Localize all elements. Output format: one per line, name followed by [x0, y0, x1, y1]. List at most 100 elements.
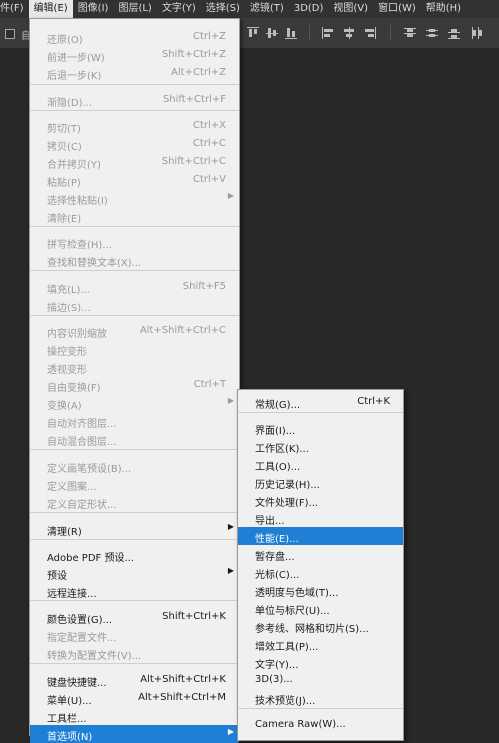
submenu-arrow-icon: ▶	[227, 191, 234, 200]
menu-item-9[interactable]: 暂存盘...	[238, 545, 403, 563]
menu-image[interactable]: 图像(I)	[73, 0, 114, 18]
menu-separator	[30, 270, 239, 271]
menu-item-5[interactable]: 历史记录(H)...	[238, 473, 403, 491]
menu-item-label: 后退一步(K)	[47, 71, 102, 82]
menu-item-label: 透明度与色域(T)...	[255, 588, 339, 599]
menu-item-10: 清除(E)	[30, 207, 239, 225]
menu-help[interactable]: 帮助(H)	[421, 0, 466, 18]
align-top-icon[interactable]	[247, 27, 259, 39]
distribute-bottom-icon[interactable]	[448, 27, 460, 39]
menu-item-12: 查找和替换文本(X)...	[30, 251, 239, 269]
menu-view[interactable]: 视图(V)	[328, 0, 373, 18]
distribute-top-icon[interactable]	[404, 27, 416, 39]
menu-item-label: 转换为配置文件(V)...	[47, 651, 142, 662]
menu-item-label: 键盘快捷键...	[47, 678, 107, 689]
menu-item-label: 远程连接...	[47, 589, 97, 600]
menu-item-1[interactable]: 常规(G)... Ctrl+K	[238, 393, 403, 411]
menu-item-35[interactable]: 首选项(N) ▶	[30, 725, 239, 743]
menu-separator	[30, 539, 239, 540]
menu-item-label: 界面(I)...	[255, 426, 296, 437]
align-bottom-icon[interactable]	[285, 27, 297, 39]
menu-item-label: 还原(O)	[47, 35, 83, 46]
align-right-icon[interactable]	[364, 27, 376, 39]
menu-item-label: 工作区(K)...	[255, 444, 309, 455]
menu-filter[interactable]: 滤镜(T)	[245, 0, 289, 18]
menu-item-34[interactable]: 工具栏...	[30, 707, 239, 725]
menu-item-16: 操控变形	[30, 340, 239, 358]
distribute-left-icon[interactable]	[471, 27, 483, 39]
menu-item-2: 前进一步(W) Shift+Ctrl+Z	[30, 46, 239, 64]
menu-item-label: 历史记录(H)...	[255, 480, 320, 491]
submenu-arrow-icon: ▶	[227, 566, 234, 575]
menu-item-label: 拷贝(C)	[47, 142, 82, 153]
menu-item-label: 颜色设置(G)...	[47, 615, 113, 626]
menu-3d[interactable]: 3D(D)	[289, 0, 329, 18]
menu-item-shortcut: Shift+Ctrl+F	[162, 94, 226, 105]
menu-item-27[interactable]: 预设 ▶	[30, 564, 239, 582]
menu-item-5: 剪切(T) Ctrl+X	[30, 117, 239, 135]
menu-edit[interactable]: 编辑(E)	[28, 0, 73, 18]
menu-item-label: 性能(E)...	[255, 534, 299, 545]
menu-item-label: 选择性粘贴(I)	[47, 196, 108, 207]
menu-item-14[interactable]: 增效工具(P)...	[238, 635, 403, 653]
menu-item-25[interactable]: 清理(R) ▶	[30, 520, 239, 538]
menu-separator	[30, 84, 239, 85]
menu-item-shortcut: Ctrl+C	[192, 138, 226, 149]
menu-select[interactable]: 选择(S)	[201, 0, 245, 18]
align-vertical-center-icon[interactable]	[266, 27, 278, 39]
menu-item-6[interactable]: 文件处理(F)...	[238, 491, 403, 509]
menu-item-shortcut: Shift+Ctrl+K	[162, 611, 226, 622]
distribute-vertical-center-icon[interactable]	[426, 27, 438, 39]
menu-item-8[interactable]: 性能(E)...	[238, 527, 403, 545]
menu-item-22: 定义画笔预设(B)...	[30, 457, 239, 475]
menu-item-29[interactable]: 颜色设置(G)... Shift+Ctrl+K	[30, 608, 239, 626]
menu-item-21: 自动混合图层...	[30, 430, 239, 448]
auto-select-checkbox[interactable]	[5, 29, 15, 39]
menu-item-12[interactable]: 单位与标尺(U)...	[238, 599, 403, 617]
menu-item-label: 技术预览(J)...	[255, 696, 316, 707]
align-horizontal-center-icon[interactable]	[343, 27, 355, 39]
menu-separator	[30, 600, 239, 601]
menu-item-1: 还原(O) Ctrl+Z	[30, 28, 239, 46]
menu-layer[interactable]: 图层(L)	[113, 0, 156, 18]
menu-item-label: 透视变形	[47, 365, 87, 376]
menu-item-4[interactable]: 工具(O)...	[238, 455, 403, 473]
menu-item-label: 拼写检查(H)...	[47, 240, 112, 251]
menu-item-label: 文件处理(F)...	[255, 498, 319, 509]
menu-item-28[interactable]: 远程连接...	[30, 582, 239, 600]
menu-item-label: 自由变换(F)	[47, 383, 101, 394]
menu-item-26[interactable]: Adobe PDF 预设...	[30, 546, 239, 564]
edit-menu: 还原(O) Ctrl+Z 前进一步(W) Shift+Ctrl+Z 后退一步(K) Alt…	[29, 18, 240, 743]
menu-separator	[238, 708, 403, 709]
menu-item-label: 描边(S)...	[47, 303, 91, 314]
menu-item-label: 参考线、网格和切片(S)...	[255, 624, 369, 635]
menu-separator	[30, 315, 239, 316]
menu-item-4: 渐隐(D)... Shift+Ctrl+F	[30, 91, 239, 109]
menu-item-10[interactable]: 光标(C)...	[238, 563, 403, 581]
menu-item-2[interactable]: 界面(I)...	[238, 419, 403, 437]
menu-item-label: 清除(E)	[47, 214, 82, 225]
menu-file[interactable]: 件(F)	[0, 0, 29, 18]
menu-item-17[interactable]: 技术预览(J)...	[238, 689, 403, 707]
menu-item-13[interactable]: 参考线、网格和切片(S)...	[238, 617, 403, 635]
menu-item-15[interactable]: 文字(Y)...	[238, 653, 403, 671]
menu-separator	[30, 449, 239, 450]
menu-item-33[interactable]: 菜单(U)... Alt+Shift+Ctrl+M	[30, 689, 239, 707]
menu-item-3[interactable]: 工作区(K)...	[238, 437, 403, 455]
menu-type[interactable]: 文字(Y)	[157, 0, 201, 18]
menu-item-3: 后退一步(K) Alt+Ctrl+Z	[30, 64, 239, 82]
align-left-icon[interactable]	[322, 27, 334, 39]
menu-item-label: 指定配置文件...	[47, 633, 117, 644]
menu-item-label: 常规(G)...	[255, 400, 301, 411]
menu-item-18[interactable]: Camera Raw(W)...	[238, 716, 403, 734]
menu-window[interactable]: 窗口(W)	[373, 0, 421, 18]
menu-item-7[interactable]: 导出...	[238, 509, 403, 527]
menu-separator	[30, 110, 239, 111]
menu-item-shortcut: Shift+Ctrl+C	[161, 156, 226, 167]
menu-item-shortcut: Ctrl+T	[193, 379, 226, 390]
menu-item-32[interactable]: 键盘快捷键... Alt+Shift+Ctrl+K	[30, 671, 239, 689]
menu-item-13: 填充(L)... Shift+F5	[30, 278, 239, 296]
menu-item-16[interactable]: 3D(3)...	[238, 671, 403, 689]
menu-item-8: 粘贴(P) Ctrl+V	[30, 171, 239, 189]
menu-item-11[interactable]: 透明度与色域(T)...	[238, 581, 403, 599]
